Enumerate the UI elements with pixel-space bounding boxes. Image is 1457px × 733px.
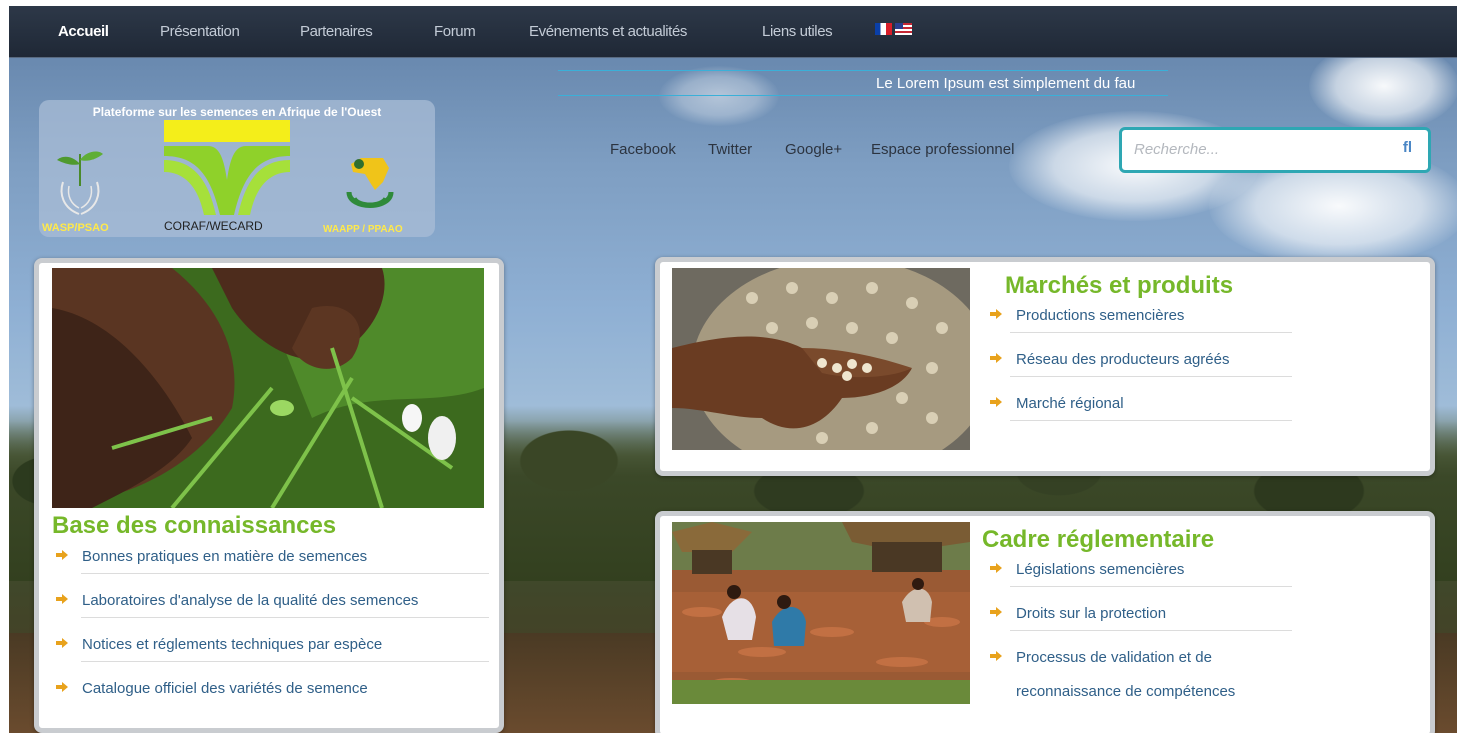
list-item[interactable]: Notices et réglements techniques par esp… bbox=[56, 636, 476, 680]
arrow-right-icon bbox=[56, 682, 68, 692]
waapp-logo-label: WAAPP / PPAAO bbox=[323, 224, 403, 235]
list-item[interactable]: Catalogue officiel des variétés de semen… bbox=[56, 680, 476, 724]
list-item-label[interactable]: Législations semencières bbox=[990, 561, 1310, 578]
list-item[interactable]: Réseau des producteurs agréés bbox=[990, 351, 1290, 395]
divider bbox=[81, 617, 489, 618]
divider bbox=[1010, 630, 1292, 631]
search-box: fl bbox=[1119, 127, 1431, 173]
news-ticker: Le Lorem Ipsum est simplement du fau bbox=[558, 70, 1168, 96]
nav-item-accueil[interactable]: Accueil bbox=[58, 23, 109, 40]
divider bbox=[1010, 420, 1292, 421]
field-workers-photo bbox=[672, 522, 970, 704]
regulation-card: Cadre réglementaire Législations semenci… bbox=[655, 511, 1435, 733]
list-item[interactable]: Productions semencières bbox=[990, 307, 1290, 351]
us-flag-icon[interactable] bbox=[895, 23, 912, 35]
search-icon[interactable]: fl bbox=[1403, 139, 1412, 156]
wasp-logo-label: WASP/PSAO bbox=[42, 222, 109, 234]
arrow-right-icon bbox=[990, 607, 1002, 617]
list-item-label[interactable]: Laboratoires d'analyse de la qualité des… bbox=[56, 592, 476, 609]
page: Accueil Présentation Partenaires Forum E… bbox=[9, 6, 1457, 733]
platform-title: Plateforme sur les semences en Afrique d… bbox=[92, 105, 382, 119]
twitter-link[interactable]: Twitter bbox=[708, 141, 752, 158]
facebook-link[interactable]: Facebook bbox=[610, 141, 676, 158]
coraf-logo-icon[interactable] bbox=[164, 120, 290, 215]
knowledge-base-card: Base des connaissances Bonnes pratiques … bbox=[34, 258, 504, 733]
list-item[interactable]: Législations semencières bbox=[990, 561, 1310, 605]
list-item-label[interactable]: Réseau des producteurs agréés bbox=[990, 351, 1290, 368]
divider bbox=[81, 661, 489, 662]
list-item-label[interactable]: Droits sur la protection bbox=[990, 605, 1310, 622]
google-plus-link[interactable]: Google+ bbox=[785, 141, 842, 158]
nav-item-partenaires[interactable]: Partenaires bbox=[300, 23, 373, 40]
knowledge-base-title[interactable]: Base des connaissances bbox=[52, 512, 336, 540]
french-flag-icon[interactable] bbox=[875, 23, 892, 35]
list-item-label[interactable]: Notices et réglements techniques par esp… bbox=[56, 636, 476, 653]
list-item-label[interactable]: Productions semencières bbox=[990, 307, 1290, 324]
nav-item-liens-utiles[interactable]: Liens utiles bbox=[762, 23, 833, 40]
list-item-label[interactable]: Processus de validation et de bbox=[990, 649, 1310, 667]
list-item-label-continued[interactable]: reconnaissance de compétences bbox=[990, 683, 1310, 700]
wasp-logo-icon[interactable] bbox=[53, 146, 108, 218]
top-nav: Accueil Présentation Partenaires Forum E… bbox=[9, 6, 1457, 58]
markets-card: Marchés et produits Productions semenciè… bbox=[655, 257, 1435, 476]
divider bbox=[1010, 376, 1292, 377]
nav-item-forum[interactable]: Forum bbox=[434, 23, 476, 40]
arrow-right-icon bbox=[990, 353, 1002, 363]
divider bbox=[81, 573, 489, 574]
beans-hand-photo bbox=[672, 268, 970, 450]
arrow-right-icon bbox=[56, 594, 68, 604]
list-item[interactable]: Bonnes pratiques en matière de semences bbox=[56, 548, 476, 592]
arrow-right-icon bbox=[56, 550, 68, 560]
arrow-right-icon bbox=[56, 638, 68, 648]
coraf-logo-label: CORAF/WECARD bbox=[164, 219, 263, 233]
list-item[interactable]: Marché régional bbox=[990, 395, 1290, 439]
list-item-label[interactable]: Marché régional bbox=[990, 395, 1290, 412]
search-input[interactable] bbox=[1132, 140, 1386, 159]
list-item-label[interactable]: Bonnes pratiques en matière de semences bbox=[56, 548, 476, 565]
divider bbox=[1010, 586, 1292, 587]
arrow-right-icon bbox=[990, 397, 1002, 407]
regulation-title[interactable]: Cadre réglementaire bbox=[982, 526, 1214, 554]
arrow-right-icon bbox=[990, 309, 1002, 319]
espace-professionnel-link[interactable]: Espace professionnel bbox=[871, 141, 1014, 158]
waapp-logo-icon[interactable] bbox=[343, 154, 398, 220]
list-item[interactable]: Processus de validation et de reconnaiss… bbox=[990, 649, 1310, 733]
divider bbox=[1010, 332, 1292, 333]
partner-logos: Plateforme sur les semences en Afrique d… bbox=[39, 100, 435, 237]
hands-plant-photo bbox=[52, 268, 484, 508]
list-item[interactable]: Laboratoires d'analyse de la qualité des… bbox=[56, 592, 476, 636]
nav-item-presentation[interactable]: Présentation bbox=[160, 23, 240, 40]
list-item-label[interactable]: Catalogue officiel des variétés de semen… bbox=[56, 680, 476, 697]
markets-title[interactable]: Marchés et produits bbox=[1005, 272, 1233, 300]
arrow-right-icon bbox=[990, 651, 1002, 661]
list-item[interactable]: Droits sur la protection bbox=[990, 605, 1310, 649]
ticker-text: Le Lorem Ipsum est simplement du fau bbox=[876, 75, 1136, 92]
nav-item-evenements[interactable]: Evénements et actualités bbox=[529, 23, 687, 40]
arrow-right-icon bbox=[990, 563, 1002, 573]
